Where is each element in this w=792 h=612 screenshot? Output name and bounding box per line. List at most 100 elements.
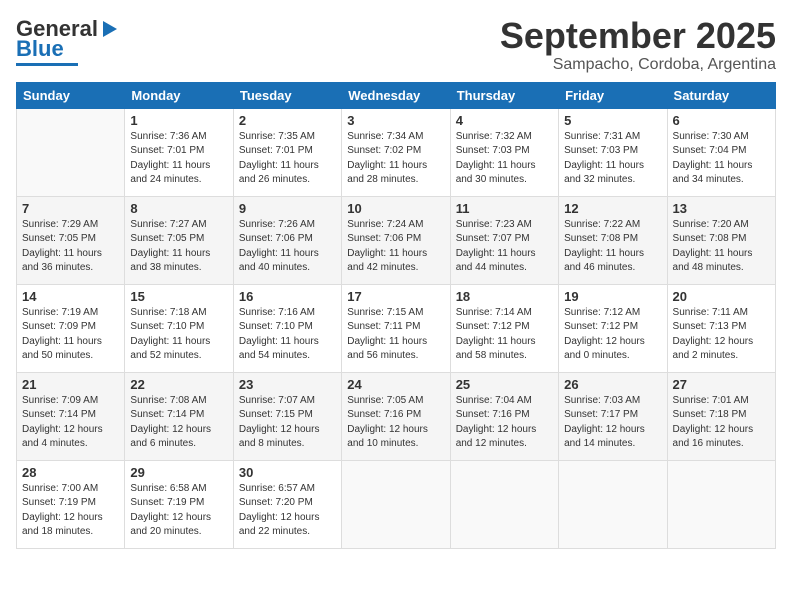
calendar-day-cell: 2Sunrise: 7:35 AMSunset: 7:01 PMDaylight… (233, 108, 341, 196)
calendar-week-row: 7 Sunrise: 7:29 AMSunset: 7:05 PMDaylight… (17, 196, 776, 284)
day-number: 29 (130, 465, 227, 480)
day-number: 28 (22, 465, 119, 480)
day-number: 17 (347, 289, 444, 304)
day-number: 8 (130, 201, 227, 216)
day-number: 20 (673, 289, 770, 304)
calendar-day-cell: 17 Sunrise: 7:15 AMSunset: 7:11 PMDayligh… (342, 284, 450, 372)
day-number: 14 (22, 289, 119, 304)
calendar-week-row: 14 Sunrise: 7:19 AMSunset: 7:09 PMDayligh… (17, 284, 776, 372)
day-info: Sunrise: 7:04 AMSunset: 7:16 PMDaylight:… (456, 394, 553, 452)
calendar-day-cell: 28 Sunrise: 7:00 AMSunset: 7:19 PMDayligh… (17, 460, 125, 548)
day-info: Sunrise: 7:27 AMSunset: 7:05 PMDaylight:… (130, 218, 227, 276)
calendar-day-cell: 5Sunrise: 7:31 AMSunset: 7:03 PMDaylight… (559, 108, 667, 196)
day-info: Sunrise: 7:08 AMSunset: 7:14 PMDaylight:… (130, 394, 227, 452)
calendar-week-row: 1 Sunrise: 7:36 AMSunset: 7:01 PMDaylight… (17, 108, 776, 196)
weekday-header-friday: Friday (559, 82, 667, 108)
calendar-day-cell: 13Sunrise: 7:20 AMSunset: 7:08 PMDayligh… (667, 196, 775, 284)
logo: General Blue (16, 16, 121, 66)
calendar-day-cell: 7 Sunrise: 7:29 AMSunset: 7:05 PMDaylight… (17, 196, 125, 284)
calendar-day-cell: 25 Sunrise: 7:04 AMSunset: 7:16 PMDayligh… (450, 372, 558, 460)
weekday-header-wednesday: Wednesday (342, 82, 450, 108)
day-info: Sunrise: 7:03 AMSunset: 7:17 PMDaylight:… (564, 394, 661, 452)
calendar-day-cell: 29 Sunrise: 6:58 AMSunset: 7:19 PMDayligh… (125, 460, 233, 548)
day-number: 6 (673, 113, 770, 128)
calendar-day-cell: 18 Sunrise: 7:14 AMSunset: 7:12 PMDayligh… (450, 284, 558, 372)
calendar-day-cell: 24 Sunrise: 7:05 AMSunset: 7:16 PMDayligh… (342, 372, 450, 460)
day-info: Sunrise: 7:14 AMSunset: 7:12 PMDaylight:… (456, 306, 553, 364)
calendar-day-cell: 12 Sunrise: 7:22 AMSunset: 7:08 PMDayligh… (559, 196, 667, 284)
calendar-empty-cell (17, 108, 125, 196)
calendar-empty-cell (559, 460, 667, 548)
day-info: Sunrise: 7:01 AMSunset: 7:18 PMDaylight:… (673, 394, 770, 452)
calendar-day-cell: 26 Sunrise: 7:03 AMSunset: 7:17 PMDayligh… (559, 372, 667, 460)
day-number: 26 (564, 377, 661, 392)
day-info: Sunrise: 7:16 AMSunset: 7:10 PMDaylight:… (239, 306, 336, 364)
weekday-header-thursday: Thursday (450, 82, 558, 108)
day-info: Sunrise: 7:29 AMSunset: 7:05 PMDaylight:… (22, 218, 119, 276)
calendar-day-cell: 27Sunrise: 7:01 AMSunset: 7:18 PMDayligh… (667, 372, 775, 460)
calendar-day-cell: 4 Sunrise: 7:32 AMSunset: 7:03 PMDaylight… (450, 108, 558, 196)
day-info: Sunrise: 7:19 AMSunset: 7:09 PMDaylight:… (22, 306, 119, 364)
day-number: 16 (239, 289, 336, 304)
day-number: 30 (239, 465, 336, 480)
day-info: Sunrise: 7:32 AMSunset: 7:03 PMDaylight:… (456, 130, 553, 188)
calendar-day-cell: 11 Sunrise: 7:23 AMSunset: 7:07 PMDayligh… (450, 196, 558, 284)
day-info: Sunrise: 7:26 AMSunset: 7:06 PMDaylight:… (239, 218, 336, 276)
month-title: September 2025 (500, 16, 776, 56)
day-info: Sunrise: 7:23 AMSunset: 7:07 PMDaylight:… (456, 218, 553, 276)
day-info: Sunrise: 7:12 AMSunset: 7:12 PMDaylight:… (564, 306, 661, 364)
day-number: 13 (673, 201, 770, 216)
weekday-header-sunday: Sunday (17, 82, 125, 108)
calendar-week-row: 28 Sunrise: 7:00 AMSunset: 7:19 PMDayligh… (17, 460, 776, 548)
calendar-day-cell: 14 Sunrise: 7:19 AMSunset: 7:09 PMDayligh… (17, 284, 125, 372)
weekday-header-row: SundayMondayTuesdayWednesdayThursdayFrid… (17, 82, 776, 108)
calendar-day-cell: 1 Sunrise: 7:36 AMSunset: 7:01 PMDaylight… (125, 108, 233, 196)
weekday-header-monday: Monday (125, 82, 233, 108)
logo-blue: Blue (16, 38, 64, 60)
day-info: Sunrise: 7:22 AMSunset: 7:08 PMDaylight:… (564, 218, 661, 276)
logo-underline (16, 63, 78, 66)
day-number: 4 (456, 113, 553, 128)
calendar-table: SundayMondayTuesdayWednesdayThursdayFrid… (16, 82, 776, 549)
calendar-day-cell: 3 Sunrise: 7:34 AMSunset: 7:02 PMDaylight… (342, 108, 450, 196)
day-info: Sunrise: 7:15 AMSunset: 7:11 PMDaylight:… (347, 306, 444, 364)
day-number: 10 (347, 201, 444, 216)
day-info: Sunrise: 7:24 AMSunset: 7:06 PMDaylight:… (347, 218, 444, 276)
calendar-day-cell: 19 Sunrise: 7:12 AMSunset: 7:12 PMDayligh… (559, 284, 667, 372)
day-number: 21 (22, 377, 119, 392)
day-number: 11 (456, 201, 553, 216)
day-number: 1 (130, 113, 227, 128)
logo-arrow-icon (99, 18, 121, 40)
calendar-day-cell: 30 Sunrise: 6:57 AMSunset: 7:20 PMDayligh… (233, 460, 341, 548)
day-number: 25 (456, 377, 553, 392)
day-number: 3 (347, 113, 444, 128)
day-info: Sunrise: 6:58 AMSunset: 7:19 PMDaylight:… (130, 482, 227, 540)
day-number: 12 (564, 201, 661, 216)
calendar-day-cell: 10 Sunrise: 7:24 AMSunset: 7:06 PMDayligh… (342, 196, 450, 284)
day-number: 19 (564, 289, 661, 304)
day-info: Sunrise: 7:34 AMSunset: 7:02 PMDaylight:… (347, 130, 444, 188)
calendar-empty-cell (667, 460, 775, 548)
day-info: Sunrise: 7:18 AMSunset: 7:10 PMDaylight:… (130, 306, 227, 364)
calendar-day-cell: 21Sunrise: 7:09 AMSunset: 7:14 PMDayligh… (17, 372, 125, 460)
day-info: Sunrise: 7:31 AMSunset: 7:03 PMDaylight:… (564, 130, 661, 188)
day-info: Sunrise: 7:07 AMSunset: 7:15 PMDaylight:… (239, 394, 336, 452)
day-number: 24 (347, 377, 444, 392)
day-info: Sunrise: 7:36 AMSunset: 7:01 PMDaylight:… (130, 130, 227, 188)
day-number: 7 (22, 201, 119, 216)
day-number: 9 (239, 201, 336, 216)
calendar-day-cell: 6 Sunrise: 7:30 AMSunset: 7:04 PMDaylight… (667, 108, 775, 196)
day-number: 23 (239, 377, 336, 392)
calendar-day-cell: 22Sunrise: 7:08 AMSunset: 7:14 PMDayligh… (125, 372, 233, 460)
calendar-day-cell: 8 Sunrise: 7:27 AMSunset: 7:05 PMDaylight… (125, 196, 233, 284)
day-info: Sunrise: 7:30 AMSunset: 7:04 PMDaylight:… (673, 130, 770, 188)
day-info: Sunrise: 6:57 AMSunset: 7:20 PMDaylight:… (239, 482, 336, 540)
day-number: 18 (456, 289, 553, 304)
calendar-empty-cell (342, 460, 450, 548)
day-info: Sunrise: 7:00 AMSunset: 7:19 PMDaylight:… (22, 482, 119, 540)
day-number: 15 (130, 289, 227, 304)
calendar-day-cell: 15 Sunrise: 7:18 AMSunset: 7:10 PMDayligh… (125, 284, 233, 372)
day-info: Sunrise: 7:35 AMSunset: 7:01 PMDaylight:… (239, 130, 336, 188)
weekday-header-tuesday: Tuesday (233, 82, 341, 108)
day-info: Sunrise: 7:05 AMSunset: 7:16 PMDaylight:… (347, 394, 444, 452)
